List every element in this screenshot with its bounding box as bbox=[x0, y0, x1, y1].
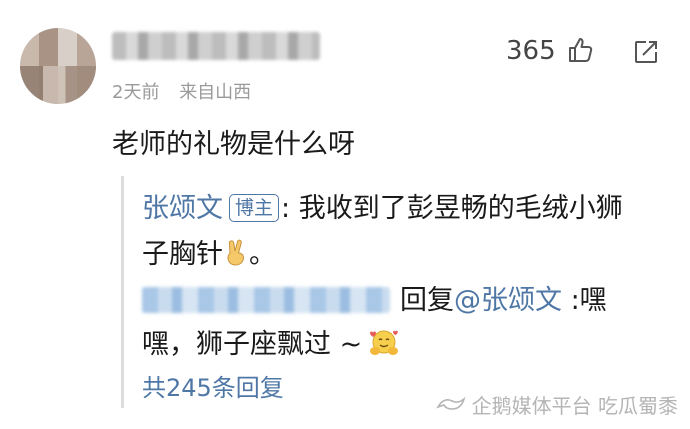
watermark: 企鹅媒体平台 吃瓜蜀黍 bbox=[435, 390, 678, 419]
watermark-text: 企鹅媒体平台 吃瓜蜀黍 bbox=[471, 394, 678, 418]
reply-line-1: 张颂文 博主: 我收到了彭昱畅的毛绒小狮 bbox=[142, 186, 623, 225]
like-icon[interactable] bbox=[566, 36, 594, 64]
reply-text-2-end: 。 bbox=[249, 239, 276, 270]
hugging-emoji bbox=[370, 330, 399, 355]
sub-reply-text-1: :嘿 bbox=[562, 285, 607, 316]
comment-text: 老师的礼物是什么呀 bbox=[112, 129, 355, 160]
victory-hand-emoji bbox=[227, 239, 245, 266]
avatar[interactable] bbox=[20, 28, 96, 104]
sub-reply-line-1: 回复@张颂文 :嘿 bbox=[142, 278, 607, 317]
sub-reply-line-2: 嘿，狮子座飘过 ~ bbox=[142, 322, 400, 361]
reply-line-2: 子胸针 。 bbox=[142, 232, 276, 271]
sub-reply-target-link[interactable]: @张颂文 bbox=[454, 285, 562, 316]
blogger-badge: 博主 bbox=[229, 194, 280, 222]
like-count: 365 bbox=[506, 36, 556, 66]
sub-reply-prefix: 回复 bbox=[400, 285, 454, 316]
more-replies-link[interactable]: 共245条回复 bbox=[142, 368, 284, 403]
username-blurred[interactable] bbox=[112, 32, 320, 60]
sub-reply-user-blurred[interactable] bbox=[142, 287, 390, 313]
comment-location: 来自山西 bbox=[179, 82, 252, 103]
reply-author-link[interactable]: 张颂文 bbox=[142, 193, 223, 224]
penguin-logo-icon bbox=[435, 396, 466, 410]
share-icon[interactable] bbox=[632, 38, 660, 66]
reply-text-2: 子胸针 bbox=[142, 239, 223, 270]
sub-reply-text-2: 嘿，狮子座飘过 ~ bbox=[142, 329, 363, 360]
reply-text-1: : 我收到了彭昱畅的毛绒小狮 bbox=[281, 193, 623, 224]
comment-meta: 2天前 来自山西 bbox=[112, 78, 265, 104]
comment-time: 2天前 bbox=[112, 82, 160, 103]
reply-thread: 张颂文 博主: 我收到了彭昱畅的毛绒小狮 子胸针 。 回复@张颂文 :嘿 嘿，狮子… bbox=[121, 176, 664, 408]
